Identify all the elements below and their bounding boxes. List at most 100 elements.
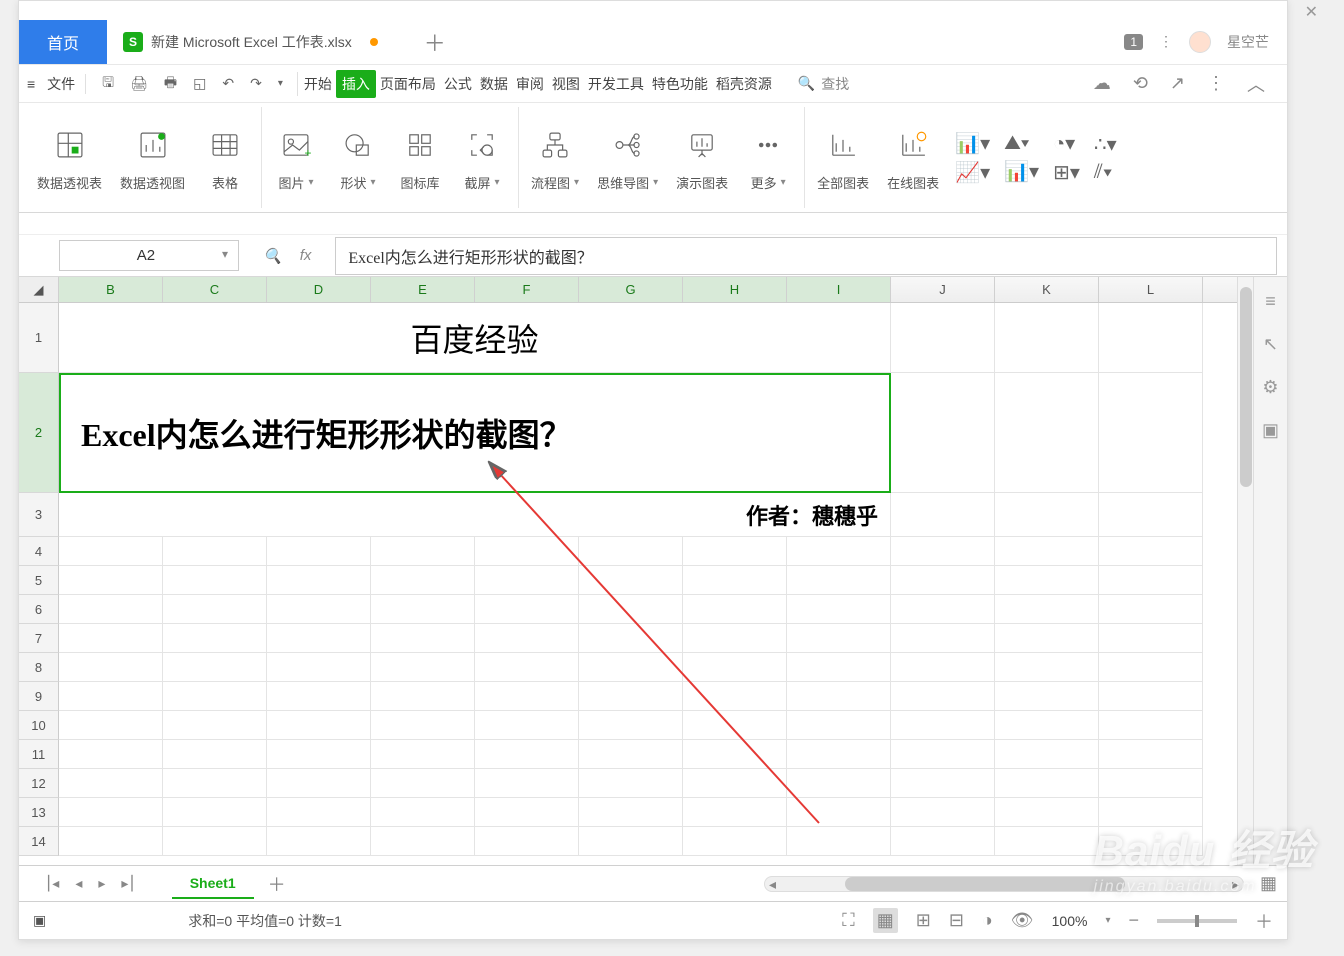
cell[interactable] [59,653,163,682]
eye-icon[interactable]: 👁 [1011,910,1034,931]
cell[interactable] [891,624,995,653]
cell[interactable] [683,566,787,595]
row-header[interactable]: 9 [19,682,59,711]
cell[interactable] [891,769,995,798]
cell[interactable] [683,624,787,653]
btn-flowchart[interactable]: 流程图 [525,107,585,208]
sidepanel-settings-icon[interactable]: ⚙ [1262,377,1278,398]
cell[interactable] [267,827,371,856]
view-page-icon[interactable]: ⊞ [916,910,931,931]
cell[interactable] [371,798,475,827]
cell-a2-selected[interactable]: Excel内怎么进行矩形形状的截图？ [59,373,891,493]
row-header[interactable]: 14 [19,827,59,856]
row-header[interactable]: 7 [19,624,59,653]
row-header[interactable]: 3 [19,493,59,537]
zoom-out-icon[interactable]: − [1128,910,1139,931]
cell[interactable] [371,769,475,798]
tab-features[interactable]: 特色功能 [648,68,712,100]
cell[interactable] [371,740,475,769]
column-headers[interactable]: ◢ B C D E F G H I J K L [19,277,1237,303]
search-box[interactable]: 🔍 查找 [798,74,849,94]
row-header[interactable]: 6 [19,595,59,624]
tab-data[interactable]: 数据 [476,68,512,100]
btn-picture[interactable]: + 图片 [268,107,324,208]
cell[interactable] [267,595,371,624]
cell[interactable] [1099,595,1203,624]
user-avatar[interactable] [1189,31,1211,53]
zoom-level[interactable]: 100% [1052,913,1088,929]
sheet-next-icon[interactable]: ▸ [98,875,105,892]
cell[interactable] [787,566,891,595]
cell[interactable] [475,827,579,856]
cell[interactable] [579,798,683,827]
cell[interactable] [371,537,475,566]
col-header[interactable]: I [787,277,891,302]
redo-icon[interactable]: ↷ [250,75,262,92]
row-header[interactable]: 1 [19,303,59,373]
share-icon[interactable]: ↗ [1170,73,1185,94]
cell[interactable] [787,624,891,653]
btn-mindmap[interactable]: 思维导图 [591,107,664,208]
col-header[interactable]: K [995,277,1099,302]
cell[interactable] [59,740,163,769]
cell[interactable] [683,769,787,798]
cell[interactable] [475,711,579,740]
cell[interactable] [267,769,371,798]
cell[interactable] [891,740,995,769]
cell[interactable] [163,682,267,711]
cell[interactable] [59,566,163,595]
more-icon[interactable]: ⋮ [1207,73,1225,94]
cell[interactable] [1099,624,1203,653]
cell[interactable] [787,740,891,769]
combo-chart-icon[interactable]: ⊞▾ [1053,160,1080,185]
cell[interactable] [995,827,1099,856]
spreadsheet-grid[interactable]: ◢ B C D E F G H I J K L 1 百度经验 2 Excel内怎… [19,277,1287,865]
cell[interactable] [579,682,683,711]
cell[interactable] [267,537,371,566]
cell[interactable] [59,711,163,740]
cell[interactable] [475,682,579,711]
cell[interactable] [683,798,787,827]
print-icon[interactable]: 🖶 [164,72,177,96]
cell[interactable] [1099,682,1203,711]
cell[interactable] [475,595,579,624]
cell[interactable] [475,798,579,827]
row-header[interactable]: 8 [19,653,59,682]
tab-resources[interactable]: 稻壳资源 [712,68,776,100]
win-close[interactable]: ✕ [1305,2,1318,22]
cell[interactable] [995,711,1099,740]
cell[interactable] [59,769,163,798]
cell[interactable] [163,711,267,740]
cell[interactable] [995,624,1099,653]
cell[interactable] [891,827,995,856]
cell[interactable] [163,798,267,827]
preview-icon[interactable]: ◱ [193,75,206,92]
cell[interactable] [475,566,579,595]
bar-chart-icon[interactable]: 📊▾ [955,131,990,156]
cell[interactable] [579,595,683,624]
sync-icon[interactable]: ⟲ [1133,73,1148,94]
area-chart-icon[interactable]: ⛰▾ [1004,132,1039,155]
row-header[interactable]: 2 [19,373,59,493]
cell[interactable] [787,595,891,624]
cell[interactable] [891,537,995,566]
btn-presentation-chart[interactable]: 演示图表 [670,107,734,208]
cell[interactable] [163,595,267,624]
cell[interactable] [579,769,683,798]
cell[interactable] [579,740,683,769]
cell[interactable] [475,653,579,682]
save-icon[interactable]: 🖫 [102,72,114,96]
save-as-icon[interactable]: 🖨 [130,75,148,92]
cell[interactable] [163,827,267,856]
cell[interactable] [59,682,163,711]
cell[interactable] [1099,711,1203,740]
cell[interactable] [579,537,683,566]
col-header[interactable]: E [371,277,475,302]
cell[interactable] [683,595,787,624]
col-header[interactable]: G [579,277,683,302]
col-header[interactable]: L [1099,277,1203,302]
select-all-corner[interactable]: ◢ [19,277,59,302]
scatter-chart-icon[interactable]: ∴▾ [1094,132,1117,157]
cell[interactable] [267,740,371,769]
cell[interactable] [891,595,995,624]
